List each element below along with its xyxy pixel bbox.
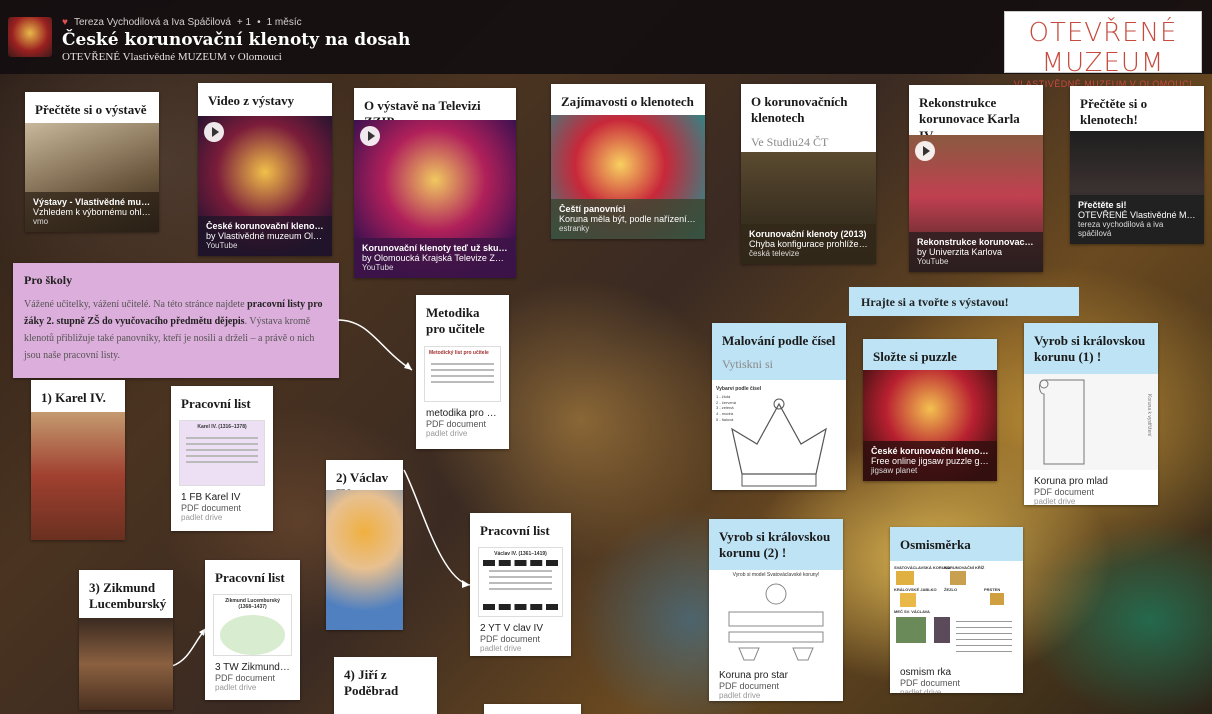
card-title: Pracovní list <box>215 570 285 585</box>
document-title: Koruna pro star <box>719 669 788 681</box>
card-jewel-facts[interactable]: Zajímavosti o klenotech Čeští panovníci … <box>551 84 705 239</box>
document-title: 2 YT V clav IV <box>480 623 543 635</box>
document-title: metodika pro u itele <box>426 407 499 419</box>
card-title: Osmisměrka <box>900 537 971 552</box>
crown-template-icon <box>1039 379 1085 464</box>
card-tv-zzip[interactable]: O výstavě na Televizi ZZIP Korunovační k… <box>354 88 516 278</box>
page-subtitle: OTEVŘENÉ Vlastivědné MUZEUM v Olomouci <box>62 51 282 63</box>
card-title: Metodika pro učitele <box>426 305 485 337</box>
card-read-about-jewels[interactable]: Přečtěte si o klenotech! Přečtěte si! OT… <box>1070 86 1204 244</box>
card-worksheet-3[interactable]: Pracovní list Zikmund Lucemburský (1368–… <box>205 560 300 700</box>
card-color-by-numbers[interactable]: Malování podle čísel Vytiskni si Vybarvi… <box>712 323 846 490</box>
card-title: Pracovní list <box>181 396 251 411</box>
schools-heading: Pro školy <box>24 273 73 287</box>
video-thumbnail[interactable]: Korunovační klenoty teď už skutečně ... … <box>354 120 516 278</box>
card-worksheet-1[interactable]: Pracovní list Karel IV. (1316–1378) 1 FB… <box>171 386 273 531</box>
crown-outline-icon <box>731 398 827 487</box>
document-title: Koruna pro mlad <box>1034 475 1108 487</box>
padlet-thumbnail[interactable] <box>8 17 52 57</box>
card-image[interactable]: Čeští panovníci Koruna měla být, podle n… <box>551 115 705 239</box>
card-title: O korunovačních klenotech <box>751 94 848 126</box>
document-preview[interactable]: SVATOVÁCLAVSKÁ KORUNA KORUNOVAČNÍ KŘÍŽ K… <box>890 561 1023 662</box>
page-title: České korunovační klenoty na dosah <box>62 30 411 50</box>
document-preview[interactable]: Metodický list pro učitele <box>424 345 501 402</box>
card-video-exhibition[interactable]: Video z výstavy České korunovační klenot… <box>198 83 332 256</box>
author-names[interactable]: Tereza Vychodilová a Iva Spáčilová <box>74 17 231 28</box>
card-crown-craft-1[interactable]: Vyrob si královskou korunu (1) ! Koruna … <box>1024 323 1158 505</box>
card-subtitle: Vytiskni si <box>722 357 774 372</box>
card-image[interactable]: Korunovační klenoty (2013) Chyba konfigu… <box>741 152 876 264</box>
card-title: Přečtěte si o klenotech! <box>1080 96 1148 128</box>
video-thumbnail[interactable]: České korunovační klenoty ve ... by Vlas… <box>198 116 332 256</box>
card-title: Video z výstavy <box>208 93 295 108</box>
play-icon[interactable] <box>204 122 224 142</box>
card-methodology[interactable]: Metodika pro učitele Metodický list pro … <box>416 295 509 449</box>
card-title: 1) Karel IV. <box>41 390 106 405</box>
portrait-image[interactable] <box>79 618 173 710</box>
museum-logo[interactable]: OTEVŘENÉ MUZEUM VLASTIVĚDNÉ MUZEUM V OLO… <box>1004 11 1202 89</box>
card-puzzle[interactable]: Složte si puzzle České korunovační kleno… <box>863 339 997 481</box>
logo-main-text: OTEVŘENÉ MUZEUM <box>1028 18 1178 78</box>
card-zikmund[interactable]: 3) Zikmund Lucemburský <box>79 570 173 710</box>
card-title: Vyrob si královskou korunu (1) ! <box>1034 333 1146 365</box>
card-partial[interactable] <box>484 704 581 714</box>
card-word-search[interactable]: Osmisměrka SVATOVÁCLAVSKÁ KORUNA KORUNOV… <box>890 527 1023 693</box>
card-title: Zajímavosti o klenotech <box>561 94 694 109</box>
card-crown-craft-2[interactable]: Vyrob si královskou korunu (2) ! Vyrob s… <box>709 519 843 701</box>
card-title: Přečtěte si o výstavě <box>35 102 147 117</box>
video-thumbnail[interactable]: Rekonstrukce korunovace Karl... by Unive… <box>909 135 1043 272</box>
play-icon[interactable] <box>360 126 380 146</box>
card-image[interactable]: Přečtěte si! OTEVŘENÉ Vlastivědné MUZE..… <box>1070 131 1204 244</box>
document-preview[interactable]: Koruna k vystřižení <box>1024 373 1158 470</box>
schools-note[interactable]: Pro školy Vážené učitelky, vážení učitel… <box>13 263 339 378</box>
crown-template-icon <box>728 583 824 660</box>
card-title: Malování podle čísel <box>722 333 836 348</box>
card-karel-iv[interactable]: 1) Karel IV. <box>31 380 125 540</box>
card-title: 4) Jiří z Poděbrad <box>344 667 399 699</box>
card-about-jewels-ct[interactable]: O korunovačních klenotech Ve Studiu24 ČT… <box>741 84 876 264</box>
post-time: 1 měsíc <box>266 17 302 28</box>
document-preview[interactable]: Karel IV. (1316–1378) <box>179 420 265 487</box>
document-preview[interactable]: Vyrob si model Svatováclavské koruny! <box>709 569 843 664</box>
document-preview[interactable]: Vybarvi podle čísel 1 - žlutá 2 - červená… <box>712 384 846 490</box>
card-title: Vyrob si královskou korunu (2) ! <box>719 529 831 561</box>
portrait-image[interactable] <box>326 490 403 630</box>
document-preview[interactable]: Zikmund Lucemburský (1368–1437) <box>213 594 292 657</box>
header-bar: ♥ Tereza Vychodilová a Iva Spáčilová + 1… <box>0 0 1212 89</box>
card-title: Složte si puzzle <box>873 349 957 364</box>
heart-icon: ♥ <box>62 17 68 28</box>
play-create-banner[interactable]: Hrajte si a tvořte s výstavou! <box>849 287 1079 316</box>
document-title: 1 FB Karel IV <box>181 492 241 504</box>
card-jiri[interactable]: 4) Jiří z Poděbrad <box>334 657 437 714</box>
card-image[interactable]: Výstavy - Vlastivědné muzeum... Vzhledem… <box>25 123 159 232</box>
author-meta: ♥ Tereza Vychodilová a Iva Spáčilová + 1… <box>62 17 302 28</box>
schools-text: Vážené učitelky, vážení učitelé. Na této… <box>24 299 323 361</box>
card-image[interactable]: České korunovační klenoty - Ji... Free o… <box>863 370 997 481</box>
card-worksheet-2[interactable]: Pracovní list Václav IV. (1361–1419) 2 Y… <box>470 513 571 656</box>
card-coronation-reconstruction[interactable]: Rekonstrukce korunovace Karla IV. Rekons… <box>909 85 1043 272</box>
document-title: osmism rka <box>900 667 952 679</box>
play-icon[interactable] <box>915 141 935 161</box>
card-title: 3) Zikmund Lucemburský <box>89 580 167 612</box>
card-title: Pracovní list <box>480 523 550 538</box>
card-vaclav-iv[interactable]: 2) Václav IV. <box>326 460 403 630</box>
document-preview[interactable]: Václav IV. (1361–1419) <box>478 547 563 618</box>
contributors-count[interactable]: + 1 <box>237 17 251 28</box>
document-title: 3 TW Zikmund Luce... <box>215 662 290 674</box>
portrait-image[interactable] <box>31 412 125 540</box>
card-read-exhibition[interactable]: Přečtěte si o výstavě Výstavy - Vlastivě… <box>25 92 159 232</box>
